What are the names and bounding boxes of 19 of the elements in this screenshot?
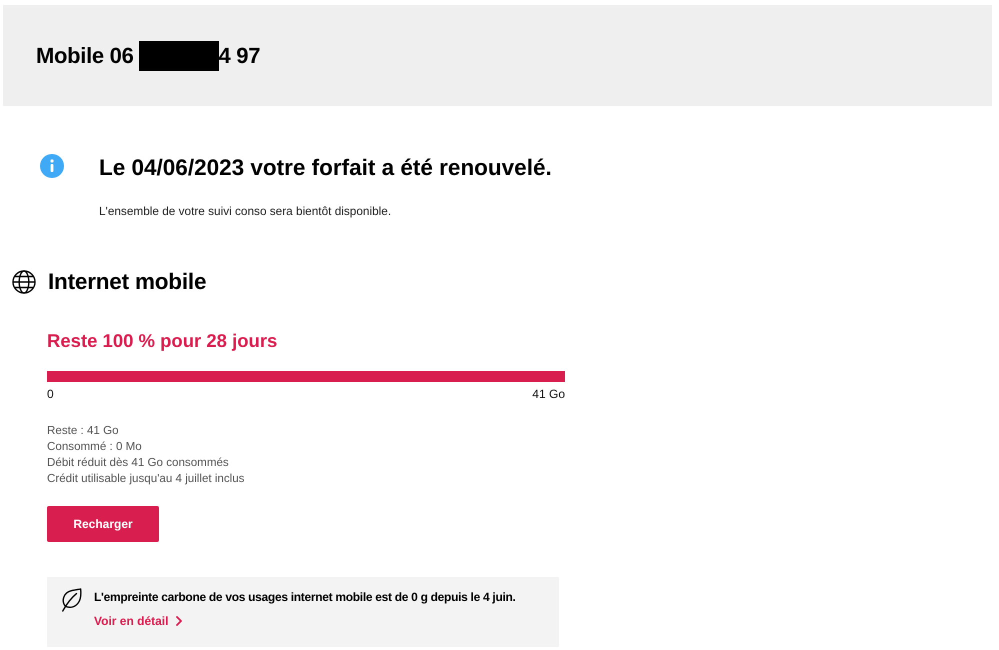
chevron-right-icon	[176, 616, 182, 626]
scale-max-label: 41 Go	[532, 387, 565, 401]
info-icon	[40, 154, 64, 178]
line-title-end: 4 97	[218, 42, 260, 68]
details-link[interactable]: Voir en détail	[94, 614, 182, 628]
detail-line: Débit réduit dès 41 Go consommés	[47, 455, 230, 471]
line-title: Mobile 06	[36, 42, 134, 68]
notice-title: Le 04/06/2023 votre forfait a été renouvelé.	[99, 154, 552, 182]
recharge-button[interactable]: Recharger	[47, 506, 159, 542]
detail-line: Crédit utilisable jusqu'au 4 juillet inclus	[47, 471, 246, 487]
leaf-icon	[60, 588, 82, 612]
globe-icon	[12, 270, 36, 294]
scale-min-label: 0	[47, 387, 54, 401]
section-title: Internet mobile	[48, 269, 206, 295]
remaining-summary: Reste 100 % pour 28 jours	[47, 330, 278, 352]
carbon-footprint-text: L'empreinte carbone de vos usages internet mobile est de 0 g depuis le 4 juin.	[94, 590, 516, 604]
notice-text: L'ensemble de votre suivi conso sera bientôt disponible.	[99, 204, 392, 218]
detail-line: Consommé : 0 Mo	[47, 439, 143, 455]
detail-line: Reste : 41 Go	[47, 423, 120, 439]
